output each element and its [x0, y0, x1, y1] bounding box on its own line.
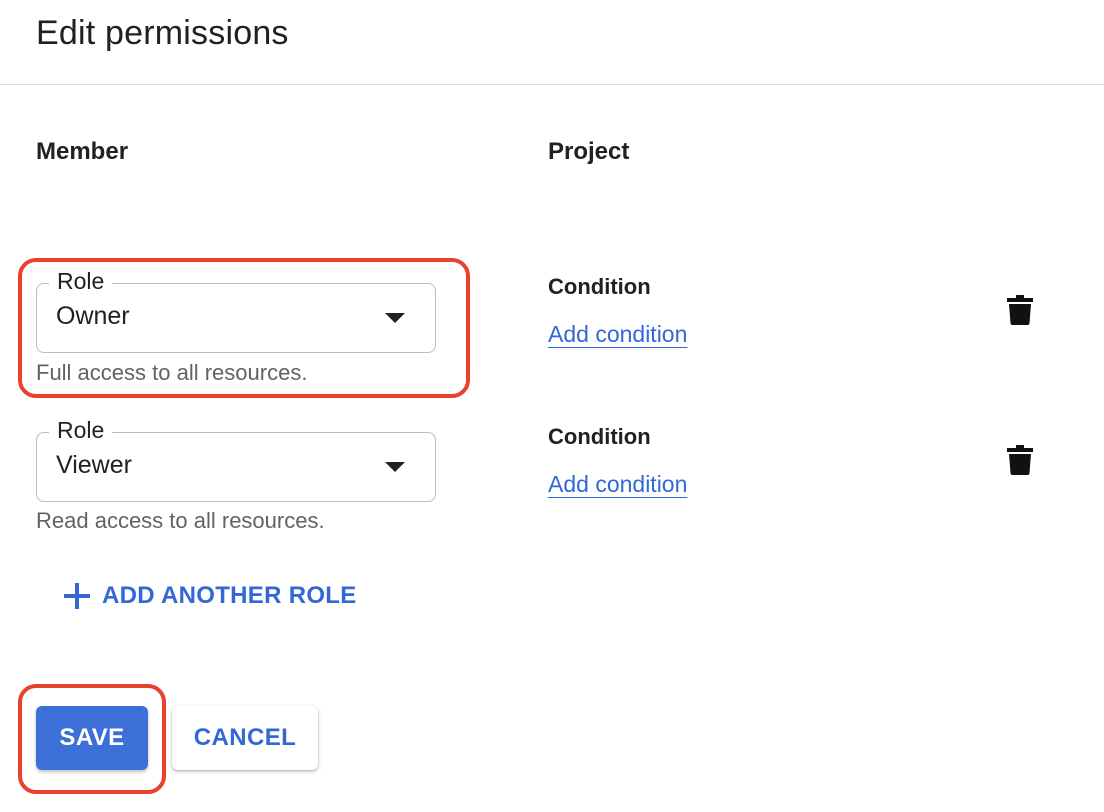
condition-label: Condition [548, 274, 651, 299]
add-condition-link[interactable]: Add condition [548, 471, 687, 498]
role-helper-text: Full access to all resources. [36, 360, 308, 385]
plus-icon [64, 583, 90, 609]
add-condition-link[interactable]: Add condition [548, 321, 687, 348]
role-select-legend: Role [49, 268, 113, 295]
page-title: Edit permissions [36, 14, 289, 52]
cancel-button[interactable]: CANCEL [172, 706, 318, 770]
role-select-viewer[interactable]: Role Viewer [36, 417, 436, 502]
project-column-header: Project [548, 138, 630, 165]
header-divider [0, 84, 1104, 85]
condition-label: Condition [548, 424, 651, 449]
member-column-header: Member [36, 138, 129, 165]
role-select-value: Owner [56, 302, 130, 330]
trash-icon[interactable] [1007, 445, 1033, 475]
save-button[interactable]: SAVE [36, 706, 148, 770]
role-select-legend: Role [49, 417, 113, 444]
role-helper-text: Read access to all resources. [36, 508, 325, 533]
add-another-role-label: ADD ANOTHER ROLE [102, 582, 357, 609]
add-another-role-button[interactable]: ADD ANOTHER ROLE [64, 582, 357, 610]
chevron-down-icon [385, 313, 405, 323]
role-select-value: Viewer [56, 451, 132, 479]
role-select-owner[interactable]: Role Owner [36, 268, 436, 353]
chevron-down-icon [385, 462, 405, 472]
trash-icon[interactable] [1007, 295, 1033, 325]
